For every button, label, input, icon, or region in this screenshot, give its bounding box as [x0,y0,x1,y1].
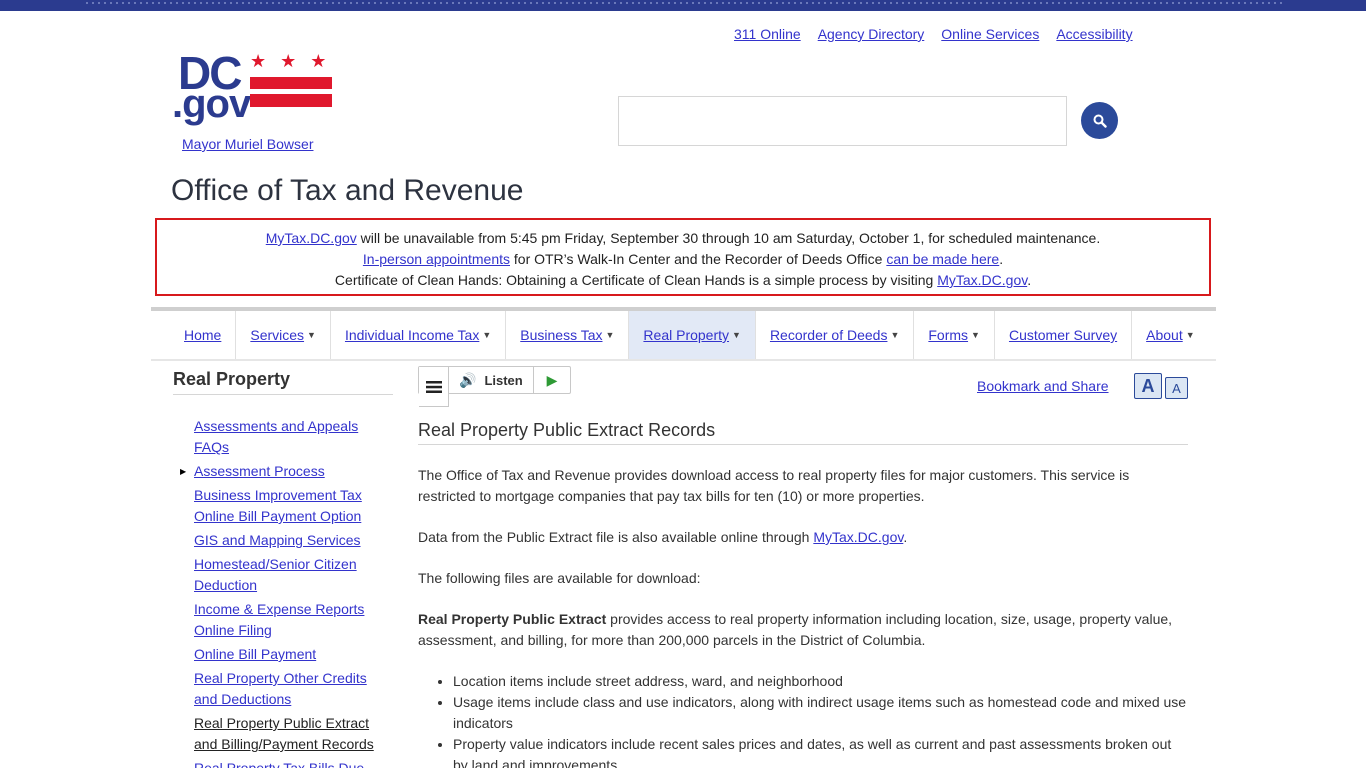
hamburger-menu-icon [425,380,442,393]
caret-down-icon: ▼ [971,330,980,340]
utility-link-online-services[interactable]: Online Services [941,26,1039,42]
alert-clean-hands-link[interactable]: MyTax.DC.gov [937,272,1027,288]
search-icon [1093,114,1107,128]
alert-box: MyTax.DC.gov will be unavailable from 5:… [155,218,1211,296]
page-title: Real Property Public Extract Records [418,420,1188,445]
listen-button[interactable]: 🔊 Listen [449,367,534,393]
caret-down-icon: ▼ [890,330,900,340]
caret-down-icon: ▼ [1185,330,1195,340]
play-button[interactable]: ▶ [534,367,570,393]
font-increase-button[interactable]: A [1134,373,1162,399]
sidebar-item: Business Improvement Tax Online Bill Pay… [194,487,362,524]
nav-item-forms[interactable]: Forms ▼ [914,311,995,359]
nav-item-about[interactable]: About ▼ [1132,311,1209,359]
sidebar-item: Assessments and Appeals FAQs [194,418,359,455]
sidebar-item: Online Bill Payment [194,646,317,662]
utility-nav: 311 Online Agency Directory Online Servi… [734,26,1150,42]
main-content: The Office of Tax and Revenue provides d… [418,465,1188,768]
play-icon: ▶ [546,371,558,388]
files-paragraph: The following files are available for do… [418,570,701,586]
mytax-paragraph: Data from the Public Extract file is als… [418,529,908,545]
utility-link-agency-directory[interactable]: Agency Directory [818,26,925,42]
list-item: Property value indicators include recent… [453,734,1188,768]
sidebar-item: Homestead/Senior Citizen Deduction [194,556,357,593]
caret-down-icon: ▼ [732,330,741,340]
dc-gov-logo[interactable]: DC .gov ★★★ [172,50,334,130]
nav-item-business-tax[interactable]: Business Tax ▼ [506,311,630,359]
alert-appointments-link[interactable]: In-person appointments [363,251,510,267]
sidebar-list: Assessments and Appeals FAQs ▶ Assessment… [180,416,384,768]
mayor-link[interactable]: Mayor Muriel Bowser [182,136,313,152]
intro-paragraph: The Office of Tax and Revenue provides d… [418,467,1130,504]
readspeaker-toolbar: 🔊 Listen ▶ [418,366,571,407]
sidebar-item: Real Property Other Credits and Deductio… [194,670,367,707]
sidebar-item: GIS and Mapping Services [194,532,361,548]
sidebar-item-current: Real Property Public Extract and Billing… [194,715,374,752]
bookmark-share-link[interactable]: Bookmark and Share [977,378,1109,394]
nav-item-individual-income-tax[interactable]: Individual Income Tax ▼ [331,311,507,359]
nav-item-real-property[interactable]: Real Property ▼ [629,311,756,359]
utility-link-accessibility[interactable]: Accessibility [1056,26,1132,42]
nav-item-services[interactable]: Services ▼ [236,311,331,359]
sidebar-item: ▶ Assessment Process [180,461,384,482]
caret-down-icon: ▼ [482,330,492,340]
search-button[interactable] [1081,102,1118,139]
top-banner [0,0,1366,11]
sidebar-item: Income & Expense Reports Online Filing [194,601,365,638]
caret-down-icon: ▼ [605,330,615,340]
list-item: Usage items include class and use indica… [453,692,1188,734]
nav-item-home[interactable]: Home [151,311,237,359]
expand-arrow-icon[interactable]: ▶ [180,461,186,482]
extract-bullets: Location items include street address, w… [453,671,1188,768]
speaker-icon: 🔊 [459,371,477,388]
site-title: Office of Tax and Revenue [171,174,524,207]
search-input[interactable] [618,96,1067,146]
list-item: Location items include street address, w… [453,671,1188,692]
nav-item-customer-survey[interactable]: Customer Survey [995,311,1133,359]
main-nav: Home Services ▼ Individual Income Tax ▼ Bu… [151,307,1216,361]
sidebar-title: Real Property [173,369,393,395]
content-mytax-link[interactable]: MyTax.DC.gov [813,529,903,545]
caret-down-icon: ▼ [307,330,316,340]
menu-button[interactable] [419,367,449,407]
sidebar-item: Real Property Tax Bills Due [194,760,365,768]
alert-made-here-link[interactable]: can be made here [886,251,999,267]
alert-mytax-link[interactable]: MyTax.DC.gov [266,230,357,246]
utility-link-311[interactable]: 311 Online [734,26,801,42]
extract-paragraph: Real Property Public Extract provides ac… [418,611,1173,648]
nav-item-recorder-of-deeds[interactable]: Recorder of Deeds ▼ [756,311,915,359]
font-decrease-button[interactable]: A [1165,377,1188,399]
